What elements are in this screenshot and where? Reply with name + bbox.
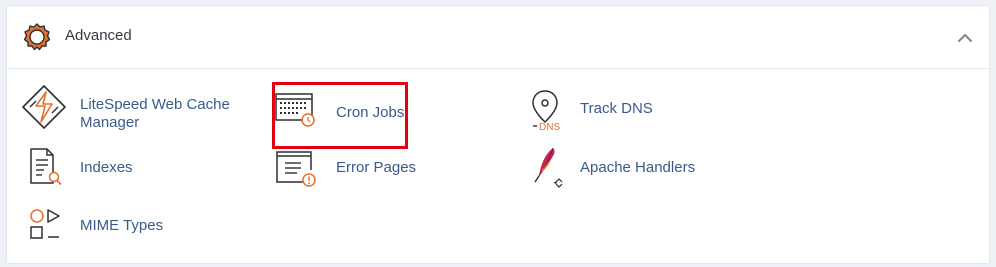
track-dns-link[interactable]: DNS Track DNS: [529, 88, 679, 134]
item-label: Error Pages: [336, 159, 417, 176]
chevron-up-icon[interactable]: [955, 28, 975, 48]
section-title: Advanced: [65, 27, 132, 44]
apache-feather-icon: [534, 147, 563, 188]
dns-icon-text: DNS: [539, 122, 560, 132]
advanced-panel: Advanced LiteSpeed Web Cache Manager Cro…: [6, 5, 990, 264]
error-pages-icon: [276, 151, 316, 187]
item-label: Apache Handlers: [580, 159, 696, 176]
mime-types-icon: [30, 209, 60, 239]
item-label: Indexes: [80, 159, 133, 176]
item-label: Track DNS: [580, 100, 653, 117]
litespeed-web-cache-manager-link[interactable]: LiteSpeed Web Cache Manager: [21, 84, 241, 134]
indexes-link[interactable]: Indexes: [27, 146, 167, 190]
gear-icon: [23, 23, 51, 51]
panel-header[interactable]: Advanced: [7, 6, 989, 69]
mime-types-link[interactable]: MIME Types: [27, 206, 187, 246]
indexes-icon: [30, 148, 62, 186]
item-label: MIME Types: [80, 217, 164, 234]
apache-handlers-link[interactable]: Apache Handlers: [531, 146, 721, 192]
item-label: LiteSpeed Web Cache Manager: [80, 96, 230, 131]
litespeed-icon: [22, 85, 66, 129]
track-dns-icon: DNS: [532, 90, 560, 132]
error-pages-link[interactable]: Error Pages: [275, 146, 435, 190]
highlight-box: [272, 82, 408, 149]
